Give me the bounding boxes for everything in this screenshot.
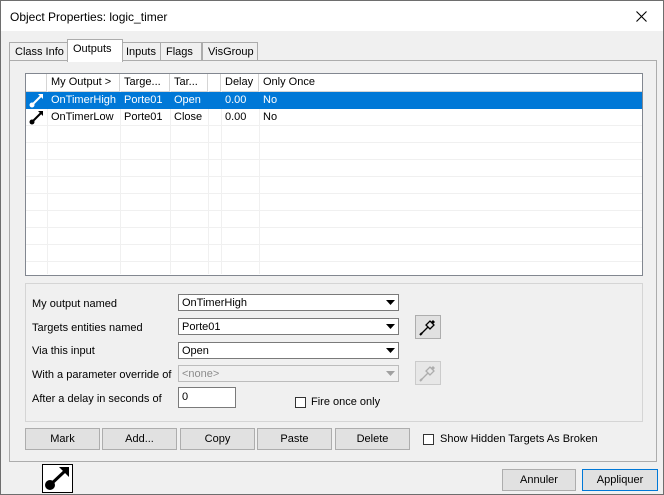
row-delay: 0.00 [225,111,247,123]
title-bar: Object Properties: logic_timer [1,1,663,31]
column-input[interactable]: Tar... [170,74,208,91]
close-button[interactable] [619,1,663,31]
row-target: Porte01 [124,111,163,123]
delay-label: After a delay in seconds of [32,393,162,405]
output-named-value: OnTimerHigh [182,297,247,309]
row-target: Porte01 [124,94,163,106]
tab-visgroup[interactable]: VisGroup [202,42,258,61]
add-button[interactable]: Add... [102,428,177,450]
tab-outputs[interactable]: Outputs [67,39,123,62]
paste-button[interactable]: Paste [257,428,332,450]
list-header: My Output > Targe... Tar... Delay Only O… [26,74,642,92]
column-delay[interactable]: Delay [221,74,259,91]
row-input: Close [174,111,203,123]
output-connection-icon [26,92,47,109]
apply-button[interactable]: Appliquer [582,469,658,491]
tab-flags[interactable]: Flags [160,42,202,61]
pick-parameter-button[interactable] [415,361,441,385]
show-hidden-label: Show Hidden Targets As Broken [440,433,598,445]
output-editor-group: My output named OnTimerHigh Targets enti… [25,283,643,422]
outputs-list[interactable]: My Output > Targe... Tar... Delay Only O… [25,73,643,276]
eyedropper-icon [419,320,435,336]
column-target[interactable]: Targe... [120,74,170,91]
via-input-value: Open [182,345,209,357]
column-icon[interactable] [26,74,47,91]
row-output: OnTimerHigh [51,94,116,106]
pick-target-button[interactable] [415,315,441,339]
chevron-down-icon [383,366,398,381]
delete-button[interactable]: Delete [335,428,410,450]
row-parameter [208,92,221,109]
copy-button[interactable]: Copy [180,428,255,450]
column-only-once[interactable]: Only Once [259,74,642,91]
delay-input[interactable]: 0 [178,387,236,408]
targets-label: Targets entities named [32,322,143,334]
mark-button[interactable]: Mark [25,428,100,450]
entity-output-icon [42,464,73,493]
row-parameter [208,109,221,126]
parameter-label: With a parameter override of [32,369,172,381]
eyedropper-icon [419,366,435,382]
window-title: Object Properties: logic_timer [10,10,168,24]
row-output: OnTimerLow [51,111,114,123]
parameter-combo[interactable]: <none> [178,365,399,382]
show-hidden-checkbox[interactable] [423,434,434,445]
targets-value: Porte01 [182,321,221,333]
row-only-once: No [263,111,278,123]
via-input-combo[interactable]: Open [178,342,399,359]
row-delay: 0.00 [225,94,247,106]
column-parameter[interactable] [208,74,221,91]
close-icon [635,10,647,22]
output-connection-icon [26,109,47,126]
table-row[interactable]: OnTimerHigh Porte01 Open 0.00 No [26,92,642,109]
output-named-combo[interactable]: OnTimerHigh [178,294,399,311]
parameter-value: <none> [182,368,220,380]
row-only-once: No [263,94,278,106]
output-named-label: My output named [32,298,117,310]
chevron-down-icon [383,343,398,358]
fire-once-label: Fire once only [311,396,381,408]
column-my-output[interactable]: My Output > [47,74,120,91]
tab-class-info[interactable]: Class Info [9,42,74,61]
targets-combo[interactable]: Porte01 [178,318,399,335]
outputs-panel: My Output > Targe... Tar... Delay Only O… [9,60,657,462]
chevron-down-icon [383,295,398,310]
table-row[interactable]: OnTimerLow Porte01 Close 0.00 No [26,109,642,126]
cancel-button[interactable]: Annuler [502,469,576,491]
delay-value: 0 [182,391,189,403]
chevron-down-icon [383,319,398,334]
via-input-label: Via this input [32,345,95,357]
tab-inputs[interactable]: Inputs [120,42,165,61]
row-input: Open [174,94,201,106]
object-properties-window: Object Properties: logic_timer Class Inf… [0,0,664,495]
fire-once-checkbox[interactable] [295,397,306,408]
